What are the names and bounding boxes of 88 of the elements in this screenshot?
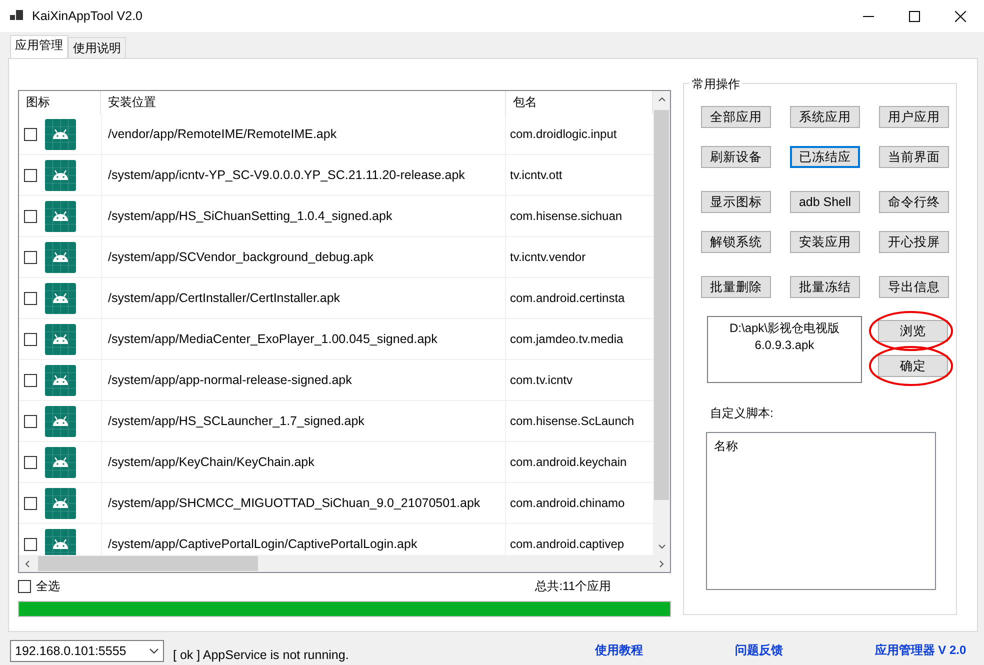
- column-header: 名称: [714, 439, 738, 453]
- android-app-icon: [45, 446, 76, 478]
- apk-path-field[interactable]: D:\apk\影视仓电视版6.0.9.3.apk: [707, 316, 862, 383]
- install-path: /system/app/MediaCenter_ExoPlayer_1.00.045_signed.apk: [108, 332, 438, 346]
- package-name: com.android.chinamo: [510, 496, 625, 510]
- action-button[interactable]: 当前界面: [879, 146, 949, 168]
- checkbox[interactable]: [24, 414, 37, 428]
- action-button[interactable]: 开心投屏: [879, 231, 949, 253]
- package-name: com.android.keychain: [510, 455, 627, 469]
- action-button[interactable]: 用户应用: [879, 106, 949, 128]
- android-app-icon: [45, 200, 76, 232]
- checkbox[interactable]: [24, 538, 37, 550]
- maximize-icon[interactable]: [909, 10, 920, 22]
- action-button[interactable]: 显示图标: [701, 191, 771, 213]
- column-header[interactable]: 图标: [19, 91, 101, 114]
- tab[interactable]: 使用说明: [68, 37, 126, 58]
- tab[interactable]: 应用管理: [10, 35, 68, 58]
- dropdown-caret-icon[interactable]: [149, 648, 159, 654]
- package-name: com.jamdeo.tv.media: [510, 332, 624, 346]
- group-title: 常用操作: [690, 76, 742, 93]
- install-path: /system/app/CaptivePortalLogin/CaptivePortalLogin.apk: [108, 537, 418, 551]
- package-name: com.hisense.sichuan: [510, 209, 622, 223]
- script-label: 自定义脚本:: [710, 405, 774, 422]
- scroll-right-icon[interactable]: [659, 560, 664, 568]
- confirm-button[interactable]: 确定: [878, 355, 948, 377]
- browse-button[interactable]: 浏览: [878, 320, 948, 342]
- package-name: tv.icntv.vendor: [510, 250, 586, 264]
- package-name: com.android.certinsta: [510, 291, 625, 305]
- action-button[interactable]: adb Shell: [790, 191, 860, 213]
- action-button[interactable]: 刷新设备: [701, 146, 771, 168]
- android-app-icon: [45, 364, 76, 396]
- scroll-left-icon[interactable]: [25, 560, 30, 568]
- android-app-icon: [45, 282, 76, 314]
- checkbox[interactable]: [24, 496, 37, 510]
- status-message: [ ok ] AppService is not running.: [173, 648, 349, 662]
- install-path: /system/app/KeyChain/KeyChain.apk: [108, 455, 314, 469]
- install-path: /system/app/app-normal-release-signed.apk: [108, 373, 352, 387]
- checkbox[interactable]: [24, 168, 37, 182]
- vertical-scrollbar[interactable]: [653, 91, 670, 555]
- checkbox[interactable]: [18, 580, 31, 592]
- action-button[interactable]: 全部应用: [701, 106, 771, 128]
- action-button[interactable]: 安装应用: [790, 231, 860, 253]
- link[interactable]: 使用教程: [594, 642, 643, 659]
- install-path: /system/app/SCVendor_background_debug.apk: [108, 250, 374, 264]
- install-path: /system/app/CertInstaller/CertInstaller.apk: [108, 291, 340, 305]
- checkbox[interactable]: [24, 456, 37, 468]
- action-button[interactable]: 批量删除: [701, 276, 771, 298]
- column-header[interactable]: 安装位置: [101, 91, 506, 114]
- app-logo-icon: [10, 10, 24, 22]
- checkbox[interactable]: [24, 332, 37, 346]
- android-app-icon: [45, 118, 76, 150]
- device-dropdown[interactable]: 192.168.0.101:5555: [10, 640, 164, 662]
- link[interactable]: 应用管理器 V 2.0: [874, 642, 966, 659]
- install-path: /system/app/HS_SiChuanSetting_1.0.4_signed.apk: [108, 209, 392, 223]
- android-app-icon: [45, 406, 76, 436]
- close-icon[interactable]: [955, 10, 966, 22]
- android-app-icon: [45, 324, 76, 354]
- action-button[interactable]: 批量冻结: [790, 276, 860, 298]
- action-button[interactable]: 已冻结应: [790, 146, 860, 168]
- scroll-down-icon[interactable]: [658, 544, 666, 549]
- total-count: 总共:11个应用: [535, 578, 611, 594]
- package-name: com.android.captivep: [510, 537, 624, 551]
- install-path: /system/app/SHCMCC_MIGUOTTAD_SiChuan_9.0_21070501.apk: [108, 496, 480, 510]
- action-button[interactable]: 命令行终: [879, 191, 949, 213]
- package-name: tv.icntv.ott: [510, 168, 562, 182]
- install-path: /vendor/app/RemoteIME/RemoteIME.apk: [108, 127, 337, 141]
- install-path: /system/app/icntv-YP_SC-V9.0.0.0.YP_SC.21.11.20-release.apk: [108, 168, 465, 182]
- package-name: com.hisense.ScLaunch: [510, 414, 634, 428]
- action-button[interactable]: 系统应用: [790, 106, 860, 128]
- scroll-up-icon[interactable]: [658, 97, 666, 102]
- select-all-label[interactable]: 全选: [36, 578, 60, 594]
- link[interactable]: 问题反馈: [734, 642, 783, 659]
- android-app-icon: [45, 528, 76, 555]
- checkbox[interactable]: [24, 250, 37, 264]
- install-path: /system/app/HS_SCLauncher_1.7_signed.apk: [108, 414, 364, 428]
- android-app-icon: [45, 242, 76, 272]
- android-app-icon: [45, 488, 76, 518]
- checkbox[interactable]: [24, 128, 37, 140]
- checkbox[interactable]: [24, 210, 37, 222]
- checkbox[interactable]: [24, 292, 37, 304]
- action-button[interactable]: 解锁系统: [701, 231, 771, 253]
- window-title: KaiXinAppTool V2.0: [32, 9, 142, 23]
- package-name: com.tv.icntv: [510, 373, 572, 387]
- package-name: com.droidlogic.input: [510, 127, 617, 141]
- checkbox[interactable]: [24, 374, 37, 386]
- horizontal-scrollbar[interactable]: [19, 555, 670, 572]
- action-button[interactable]: 导出信息: [879, 276, 949, 298]
- android-app-icon: [45, 160, 76, 190]
